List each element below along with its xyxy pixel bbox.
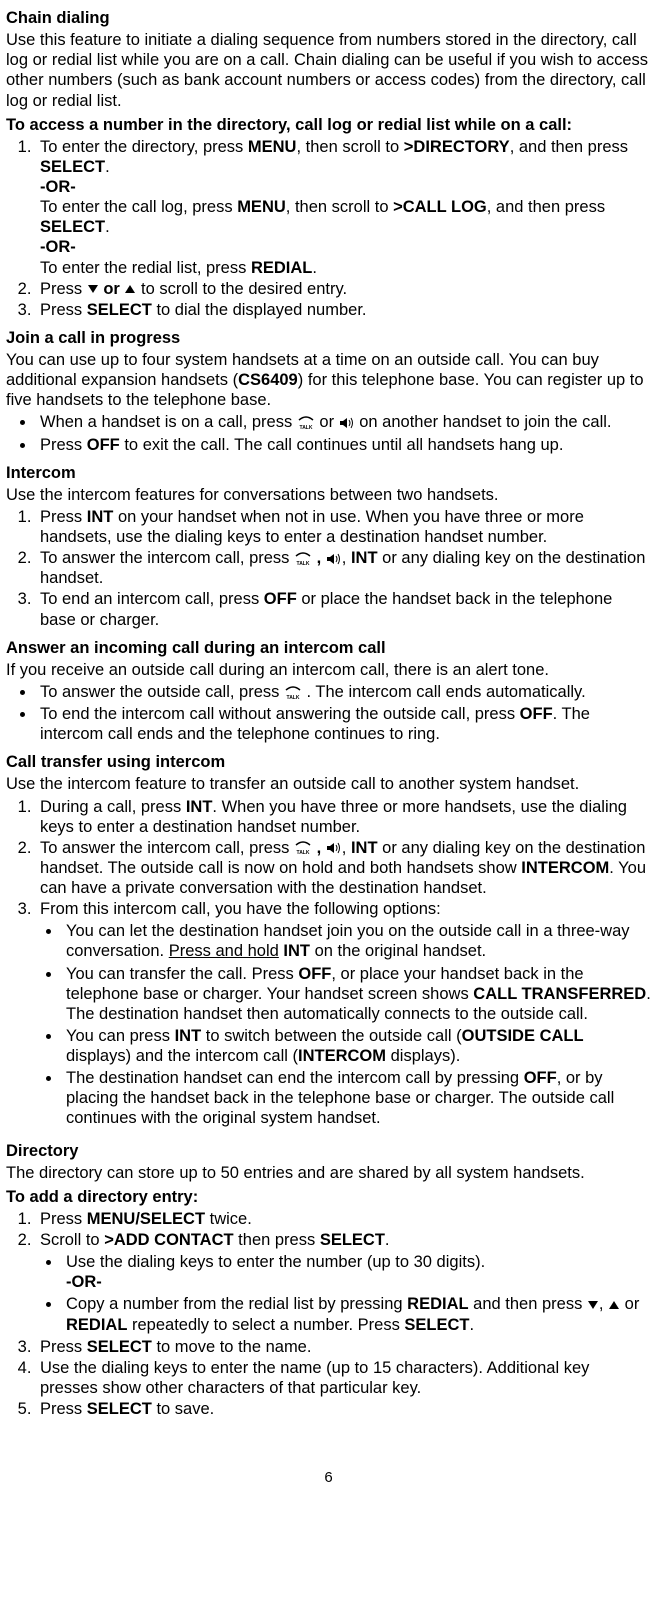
list-item: Press SELECT to dial the displayed numbe… (36, 300, 651, 320)
svg-text:TALK: TALK (299, 425, 312, 430)
paragraph: If you receive an outside call during an… (6, 660, 651, 680)
list-item: To end the intercom call without answeri… (36, 704, 651, 744)
down-arrow-icon (587, 1299, 599, 1311)
page-number: 6 (6, 1469, 651, 1487)
list-item: You can let the destination handset join… (62, 921, 651, 961)
bullet-list: To answer the outside call, press TALK .… (6, 682, 651, 744)
paragraph: To enter the redial list, press REDIAL. (40, 258, 651, 278)
paragraph: The directory can store up to 50 entries… (6, 1163, 651, 1183)
list-item: To answer the intercom call, press TALK … (36, 548, 651, 588)
heading-chain-dialing: Chain dialing (6, 8, 651, 28)
speaker-icon (326, 553, 342, 565)
or-separator: -OR- (40, 177, 651, 197)
list-item: To enter the directory, press MENU, then… (36, 137, 651, 278)
ordered-list: Press MENU/SELECT twice. Scroll to >ADD … (6, 1209, 651, 1419)
heading-answer-incoming: Answer an incoming call during an interc… (6, 638, 651, 658)
speaker-icon (326, 842, 342, 854)
or-separator: -OR- (40, 237, 651, 257)
svg-text:TALK: TALK (286, 695, 299, 700)
list-item: Use the dialing keys to enter the name (… (36, 1358, 651, 1398)
talk-icon: TALK (294, 841, 312, 855)
list-item: Use the dialing keys to enter the number… (62, 1252, 651, 1292)
ordered-list: To enter the directory, press MENU, then… (6, 137, 651, 320)
list-item: Press OFF to exit the call. The call con… (36, 435, 651, 455)
list-item: To answer the intercom call, press TALK … (36, 838, 651, 898)
ordered-list: During a call, press INT. When you have … (6, 797, 651, 1129)
bullet-list: When a handset is on a call, press TALK … (6, 412, 651, 454)
list-item: From this intercom call, you have the fo… (36, 899, 651, 1128)
list-item: Press SELECT to save. (36, 1399, 651, 1419)
paragraph: Use the intercom features for conversati… (6, 485, 651, 505)
heading-directory: Directory (6, 1141, 651, 1161)
list-item: Press MENU/SELECT twice. (36, 1209, 651, 1229)
svg-text:TALK: TALK (297, 850, 310, 855)
document-page: Chain dialing Use this feature to initia… (0, 0, 657, 1507)
ordered-list: Press INT on your handset when not in us… (6, 507, 651, 630)
talk-icon: TALK (284, 686, 302, 700)
subheading-add-entry: To add a directory entry: (6, 1187, 651, 1207)
bullet-list: You can let the destination handset join… (40, 921, 651, 1128)
list-item: Press SELECT to move to the name. (36, 1337, 651, 1357)
up-arrow-icon (608, 1299, 620, 1311)
paragraph: You can use up to four system handsets a… (6, 350, 651, 410)
list-item: Copy a number from the redial list by pr… (62, 1294, 651, 1334)
list-item: The destination handset can end the inte… (62, 1068, 651, 1128)
speaker-icon (339, 417, 355, 429)
list-item: Scroll to >ADD CONTACT then press SELECT… (36, 1230, 651, 1335)
list-item: You can press INT to switch between the … (62, 1026, 651, 1066)
list-item: When a handset is on a call, press TALK … (36, 412, 651, 432)
list-item: You can transfer the call. Press OFF, or… (62, 964, 651, 1024)
bullet-list: Use the dialing keys to enter the number… (40, 1252, 651, 1335)
list-item: During a call, press INT. When you have … (36, 797, 651, 837)
heading-join-call: Join a call in progress (6, 328, 651, 348)
list-item: Press INT on your handset when not in us… (36, 507, 651, 547)
talk-icon: TALK (297, 416, 315, 430)
list-item: To answer the outside call, press TALK .… (36, 682, 651, 702)
paragraph: Use this feature to initiate a dialing s… (6, 30, 651, 111)
talk-icon: TALK (294, 552, 312, 566)
list-item: Press or to scroll to the desired entry. (36, 279, 651, 299)
up-arrow-icon (124, 283, 136, 295)
paragraph: Use the intercom feature to transfer an … (6, 774, 651, 794)
list-item: To end an intercom call, press OFF or pl… (36, 589, 651, 629)
heading-call-transfer: Call transfer using intercom (6, 752, 651, 772)
paragraph: To enter the call log, press MENU, then … (40, 197, 651, 237)
heading-intercom: Intercom (6, 463, 651, 483)
subheading-access: To access a number in the directory, cal… (6, 115, 651, 135)
down-arrow-icon (87, 283, 99, 295)
or-separator: -OR- (66, 1272, 651, 1292)
svg-text:TALK: TALK (297, 561, 310, 566)
